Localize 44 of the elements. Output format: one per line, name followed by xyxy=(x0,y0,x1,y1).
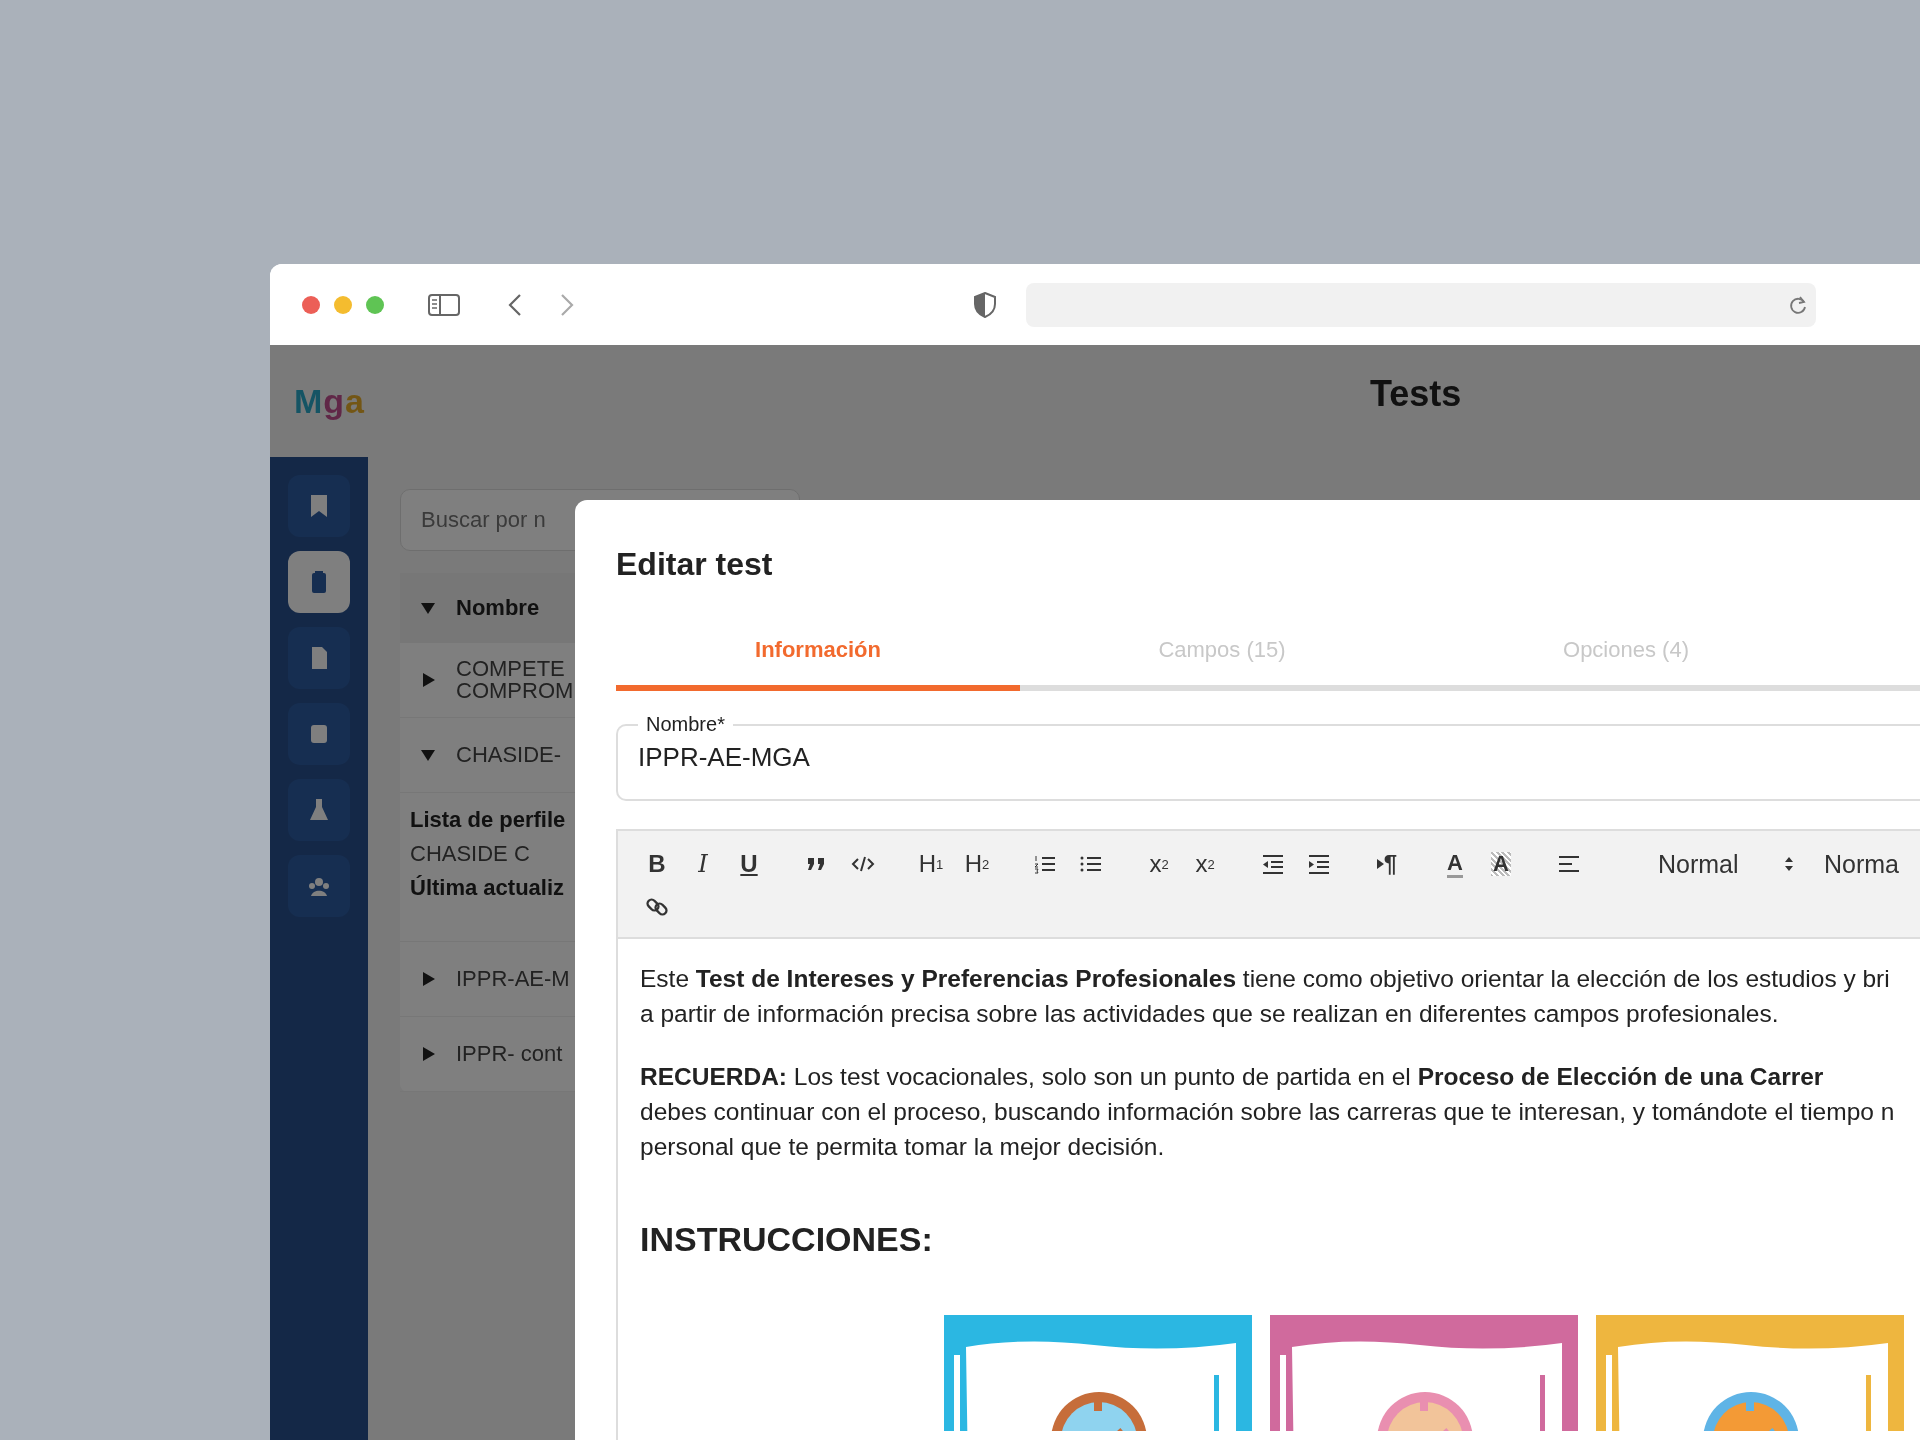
text-direction-button[interactable]: ¶ xyxy=(1368,845,1406,883)
sidebar-item[interactable] xyxy=(288,703,350,765)
bold-button[interactable]: B xyxy=(638,845,676,883)
sidebar-item[interactable] xyxy=(288,551,350,613)
detail-title: Lista de perfile xyxy=(410,807,566,833)
sort-icon xyxy=(420,600,436,616)
triangle-icon xyxy=(1376,859,1384,869)
back-icon[interactable] xyxy=(508,292,522,317)
table-cell: IPPR- cont xyxy=(456,1043,563,1065)
table-cell: CHASIDE- xyxy=(456,744,562,766)
sidebar-item[interactable] xyxy=(288,779,350,841)
outdent-icon xyxy=(1261,853,1285,875)
name-field[interactable]: Nombre* IPPR-AE-MGA xyxy=(616,713,1920,801)
table-cell: IPPR-AE-M xyxy=(456,968,570,990)
close-button[interactable] xyxy=(302,295,320,314)
table-cell-text: COMPETE xyxy=(456,658,566,680)
format-select[interactable]: Norma xyxy=(1824,845,1899,883)
sidebar-toggle-icon[interactable] xyxy=(428,292,460,317)
zoom-button[interactable] xyxy=(366,295,384,314)
numbered-list-icon xyxy=(1033,853,1057,875)
text-color-button[interactable]: A xyxy=(1436,845,1474,883)
table-cell: COMPROM xyxy=(456,680,574,702)
sidebar-item[interactable] xyxy=(288,627,350,689)
detail-date: Última actualiz xyxy=(410,875,565,901)
italic-button[interactable]: I xyxy=(684,845,722,883)
paragraph: Este Test de Intereses y Preferencias Profesionales tiene como objetivo orientar la elección de los estudios y bri a partir de información precisa sobre las actividades que se realizan en diferentes campos profesionales. xyxy=(640,964,1891,1029)
forward-icon[interactable] xyxy=(560,292,574,317)
page-title: Tests xyxy=(1370,373,1462,415)
sidebar-item[interactable] xyxy=(288,475,350,537)
script-button[interactable]: x$^{2}$ xyxy=(1186,845,1224,883)
align-left-icon xyxy=(1557,853,1581,875)
column-header: Nombre xyxy=(456,595,540,621)
paragraph: RECUERDA: Los test vocacionales, solo son un punto de partida en el Proceso de Elección de una Carrer debes continuar con el proceso, buscando información sobre las carreras que te interesan, y tomándote el tiempo n personal que te permita tomar la mejor decisión. xyxy=(640,1062,1896,1162)
indent-icon xyxy=(1307,853,1331,875)
link-icon xyxy=(645,895,669,917)
dropdown-arrows-icon xyxy=(1784,856,1794,872)
background-color-button[interactable]: A xyxy=(1482,845,1520,883)
heading: INSTRUCCIONES: xyxy=(640,1222,934,1257)
field-label: Nombre* xyxy=(645,713,726,736)
sidebar-item[interactable] xyxy=(288,855,350,917)
underline-button[interactable]: U xyxy=(730,845,768,883)
detail-item: CHASIDE C xyxy=(410,841,530,867)
format-select[interactable]: Normal xyxy=(1658,845,1794,883)
shield-icon xyxy=(974,291,996,318)
